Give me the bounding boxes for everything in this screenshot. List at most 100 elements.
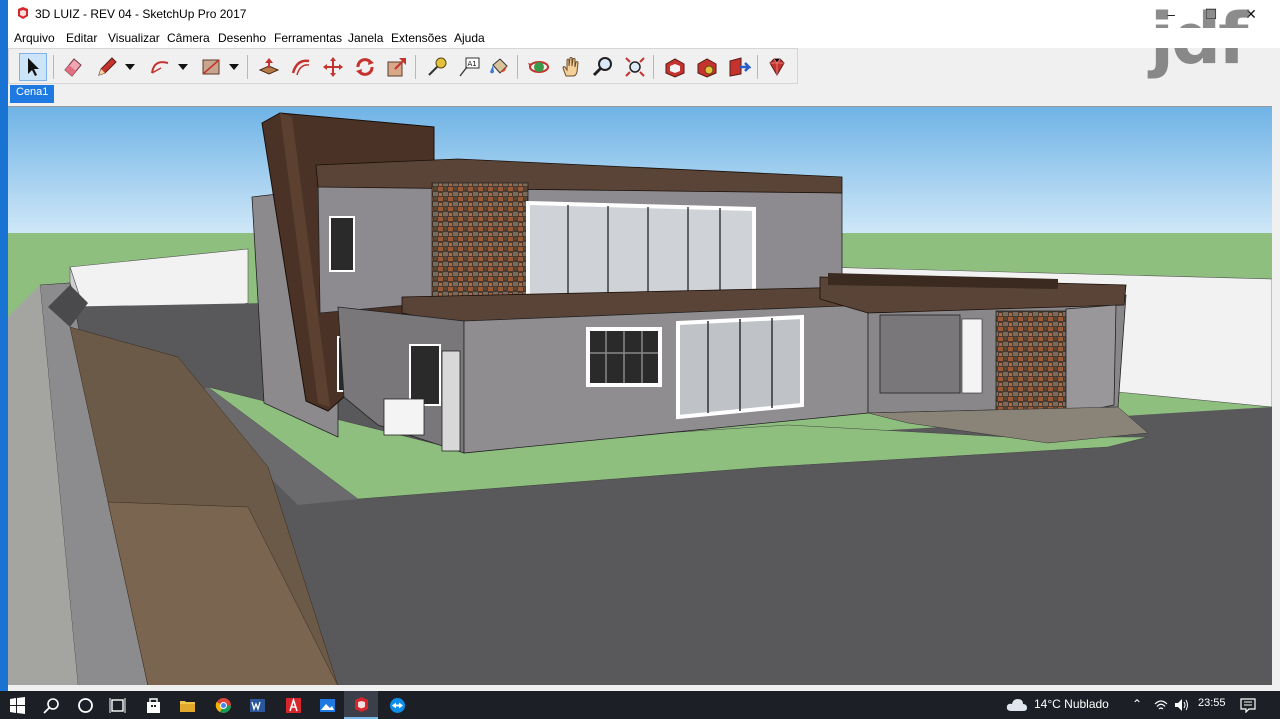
ruby-gem-icon: [769, 58, 785, 76]
main-toolbar: A1: [8, 48, 798, 84]
extension-warehouse-icon: [697, 58, 717, 78]
toolbar-separator: [247, 55, 248, 79]
menu-visualizar[interactable]: Visualizar: [108, 31, 160, 45]
paint-bucket-tool-button[interactable]: [485, 53, 513, 81]
scene-tab[interactable]: Cena1: [10, 85, 55, 103]
paint-bucket-icon: [490, 58, 508, 74]
search-button[interactable]: [34, 691, 68, 719]
hand-icon: [562, 57, 579, 77]
notification-center-icon[interactable]: [1240, 697, 1256, 713]
stone-cladding-garage: [995, 310, 1067, 418]
file-explorer-app[interactable]: [170, 691, 204, 719]
chrome-icon: [215, 697, 231, 713]
zoom-tool-button[interactable]: [589, 53, 617, 81]
garage-side-door: [961, 318, 983, 394]
extension-manager-button[interactable]: [763, 53, 791, 81]
task-view-button[interactable]: [100, 691, 134, 719]
menu-editar[interactable]: Editar: [66, 31, 97, 45]
chevron-down-icon: [178, 64, 188, 70]
stone-cladding-upper: [431, 182, 529, 308]
menu-arquivo[interactable]: Arquivo: [14, 31, 55, 45]
cloud-weather-icon: [1006, 699, 1027, 711]
text-label-icon: A1: [459, 57, 480, 77]
ground-window-side: [409, 344, 441, 406]
extension-warehouse-button[interactable]: [693, 53, 721, 81]
toolbar-separator: [757, 55, 758, 79]
close-icon: ✕: [1245, 5, 1257, 22]
store-bag-icon: [146, 697, 160, 713]
chrome-app[interactable]: [206, 691, 240, 719]
photos-icon: [319, 698, 335, 712]
arc-tool-button[interactable]: [146, 53, 174, 81]
menu-bar: Arquivo Editar Visualizar Câmera Desenho…: [8, 28, 1280, 48]
search-icon: [42, 697, 59, 714]
menu-camera[interactable]: Câmera: [167, 31, 210, 45]
tape-measure-icon: [428, 57, 447, 76]
teamviewer-icon: [389, 697, 405, 713]
weather-widget[interactable]: 14°C Nublado: [1034, 697, 1109, 711]
rotate-tool-button[interactable]: [351, 53, 379, 81]
start-button[interactable]: [0, 691, 34, 719]
side-door: [441, 350, 461, 452]
menu-ferramentas[interactable]: Ferramentas: [274, 31, 342, 45]
scale-icon: [387, 58, 406, 77]
3d-warehouse-button[interactable]: [661, 53, 689, 81]
line-dropdown[interactable]: [125, 58, 135, 76]
toolbar-separator: [653, 55, 654, 79]
volume-icon[interactable]: [1174, 698, 1190, 712]
cortana-circle-icon: [77, 697, 93, 713]
send-to-layout-button[interactable]: [725, 53, 753, 81]
line-tool-button[interactable]: [93, 53, 121, 81]
magnifier-icon: [592, 57, 612, 77]
select-arrow-icon: [28, 58, 39, 76]
orbit-tool-button[interactable]: [525, 53, 553, 81]
acrobat-app[interactable]: [276, 691, 310, 719]
layout-send-icon: [729, 57, 751, 77]
cortana-button[interactable]: [68, 691, 102, 719]
weather-condition: Nublado: [1064, 697, 1109, 711]
folder-icon: [179, 700, 195, 712]
arc-icon: [151, 61, 169, 74]
sketchup-app[interactable]: [344, 691, 378, 719]
teamviewer-app[interactable]: [380, 691, 414, 719]
chevron-up-icon[interactable]: ⌃: [1132, 697, 1142, 711]
window-title: 3D LUIZ - REV 04 - SketchUp Pro 2017: [35, 7, 247, 21]
garage-end-wall: [1065, 304, 1117, 416]
offset-tool-button[interactable]: [287, 53, 315, 81]
offset-icon: [291, 59, 310, 76]
photos-app[interactable]: [310, 691, 344, 719]
title-bar[interactable]: 3D LUIZ - REV 04 - SketchUp Pro 2017 – ☐…: [8, 0, 1280, 28]
text-tool-button[interactable]: A1: [455, 53, 483, 81]
zoom-extents-icon: [625, 57, 645, 77]
model-viewport[interactable]: [8, 106, 1272, 685]
arc-dropdown[interactable]: [178, 58, 188, 76]
menu-extensoes[interactable]: Extensões: [391, 31, 447, 45]
toolbar-separator: [415, 55, 416, 79]
scene-tabs-bar: Cena1: [8, 84, 1280, 104]
word-app[interactable]: [240, 691, 274, 719]
move-tool-button[interactable]: [319, 53, 347, 81]
zoom-extents-tool-button[interactable]: [621, 53, 649, 81]
wifi-icon[interactable]: [1154, 699, 1168, 711]
scale-tool-button[interactable]: [383, 53, 411, 81]
rectangle-tool-button[interactable]: [197, 53, 225, 81]
rectangle-dropdown[interactable]: [229, 58, 239, 76]
sketchup-logo-icon: [18, 7, 28, 19]
tape-measure-tool-button[interactable]: [423, 53, 451, 81]
toolbar-separator: [517, 55, 518, 79]
menu-desenho[interactable]: Desenho: [218, 31, 266, 45]
menu-ajuda[interactable]: Ajuda: [454, 31, 485, 45]
push-pull-tool-button[interactable]: [255, 53, 283, 81]
orbit-icon: [528, 61, 549, 73]
menu-janela[interactable]: Janela: [348, 31, 383, 45]
select-tool-button[interactable]: [19, 53, 47, 81]
chevron-down-icon: [229, 64, 239, 70]
text-tool-label: A1: [468, 60, 477, 68]
eraser-icon: [64, 58, 82, 77]
pan-tool-button[interactable]: [557, 53, 585, 81]
store-app[interactable]: [136, 691, 170, 719]
side-window-upper: [329, 216, 355, 272]
system-clock[interactable]: 23:55: [1198, 697, 1226, 709]
toolbar-separator: [53, 55, 54, 79]
eraser-tool-button[interactable]: [59, 53, 87, 81]
